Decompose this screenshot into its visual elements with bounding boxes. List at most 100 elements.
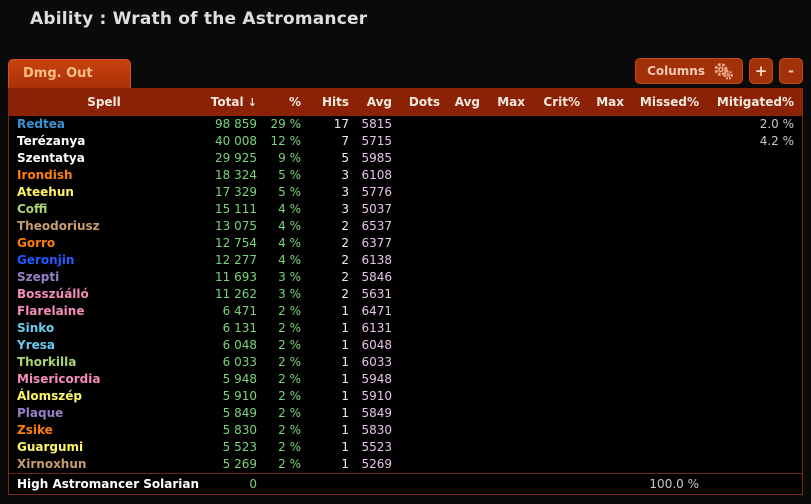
cell-max2	[588, 150, 632, 167]
cell-crit	[533, 116, 588, 133]
cell-avg: 5037	[357, 201, 400, 218]
cell-pct: 2 %	[265, 422, 309, 439]
cell-max	[488, 235, 533, 252]
player-name[interactable]: Geronjin	[9, 252, 199, 269]
player-name[interactable]: Gorro	[9, 235, 199, 252]
col-header-spell[interactable]: Spell	[9, 88, 199, 116]
col-header-max[interactable]: Max	[488, 88, 533, 116]
cell-dots	[400, 320, 448, 337]
cell-dots	[400, 201, 448, 218]
player-name[interactable]: Plaque	[9, 405, 199, 422]
cell-max	[488, 422, 533, 439]
cell-crit	[533, 252, 588, 269]
cell-mitigated	[707, 201, 802, 218]
cell-total: 17 329	[199, 184, 265, 201]
cell-avg2	[448, 474, 488, 495]
player-name[interactable]: Xirnoxhun	[9, 456, 199, 474]
cell-crit	[533, 303, 588, 320]
cell-max2	[588, 201, 632, 218]
cell-hits: 3	[309, 201, 357, 218]
cell-avg2	[448, 167, 488, 184]
table-row: Geronjin12 2774 %26138	[9, 252, 802, 269]
col-header-total[interactable]: Total ↓	[199, 88, 265, 116]
player-name[interactable]: Irondish	[9, 167, 199, 184]
col-header-total-label: Total	[211, 95, 244, 109]
cell-total: 5 269	[199, 456, 265, 474]
player-name[interactable]: Terézanya	[9, 133, 199, 150]
cell-mitigated	[707, 235, 802, 252]
col-header-pct[interactable]: %	[265, 88, 309, 116]
cell-avg2	[448, 439, 488, 456]
cell-hits: 1	[309, 303, 357, 320]
col-header-dots-avg[interactable]: Avg	[448, 88, 488, 116]
cell-total: 18 324	[199, 167, 265, 184]
cell-total: 6 131	[199, 320, 265, 337]
cell-pct: 2 %	[265, 388, 309, 405]
col-header-hits[interactable]: Hits	[309, 88, 357, 116]
player-name[interactable]: Theodoriusz	[9, 218, 199, 235]
cell-dots	[400, 286, 448, 303]
cell-max	[488, 133, 533, 150]
cell-missed	[632, 405, 707, 422]
player-name[interactable]: Sinko	[9, 320, 199, 337]
cell-avg2	[448, 405, 488, 422]
table-body: Redtea98 85929 %1758152.0 %Terézanya40 0…	[9, 116, 802, 494]
player-name[interactable]: Álomszép	[9, 388, 199, 405]
cell-max2	[588, 388, 632, 405]
col-header-mitigatedpct[interactable]: Mitigated%	[707, 88, 802, 116]
player-name[interactable]: Szepti	[9, 269, 199, 286]
cell-pct: 4 %	[265, 235, 309, 252]
cell-mitigated	[707, 150, 802, 167]
col-header-missedpct[interactable]: Missed%	[632, 88, 707, 116]
player-name[interactable]: High Astromancer Solarian	[9, 474, 199, 495]
player-name[interactable]: Redtea	[9, 116, 199, 133]
cell-mitigated	[707, 354, 802, 371]
cell-avg2	[448, 337, 488, 354]
player-name[interactable]: Zsike	[9, 422, 199, 439]
player-name[interactable]: Yresa	[9, 337, 199, 354]
cell-dots	[400, 150, 448, 167]
cell-hits: 2	[309, 286, 357, 303]
cell-max2	[588, 303, 632, 320]
cell-avg2	[448, 456, 488, 474]
cell-max	[488, 456, 533, 474]
player-name[interactable]: Ateehun	[9, 184, 199, 201]
cell-max	[488, 184, 533, 201]
player-name[interactable]: Coffi	[9, 201, 199, 218]
col-header-dots[interactable]: Dots	[400, 88, 448, 116]
cell-crit	[533, 218, 588, 235]
cell-hits: 3	[309, 184, 357, 201]
cell-avg2	[448, 116, 488, 133]
cell-avg2	[448, 269, 488, 286]
cell-avg2	[448, 184, 488, 201]
player-name[interactable]: Misericordia	[9, 371, 199, 388]
player-name[interactable]: Guargumi	[9, 439, 199, 456]
col-header-crit-max[interactable]: Max	[588, 88, 632, 116]
cell-max	[488, 303, 533, 320]
cell-dots	[400, 252, 448, 269]
cell-crit	[533, 439, 588, 456]
player-name[interactable]: Bosszúálló	[9, 286, 199, 303]
cell-missed	[632, 439, 707, 456]
cell-dots	[400, 371, 448, 388]
cell-max	[488, 320, 533, 337]
cell-pct: 2 %	[265, 456, 309, 474]
cell-avg: 6537	[357, 218, 400, 235]
cell-dots	[400, 235, 448, 252]
add-column-button[interactable]: +	[749, 58, 773, 84]
player-name[interactable]: Thorkilla	[9, 354, 199, 371]
player-name[interactable]: Szentatya	[9, 150, 199, 167]
cell-max	[488, 150, 533, 167]
cell-mitigated: 2.0 %	[707, 116, 802, 133]
damage-table: Spell Total ↓ % Hits Avg Dots Avg Max Cr…	[9, 88, 802, 494]
col-header-critpct[interactable]: Crit%	[533, 88, 588, 116]
table-row: Szepti11 6933 %25846	[9, 269, 802, 286]
remove-column-button[interactable]: -	[779, 58, 803, 84]
player-name[interactable]: Flarelaine	[9, 303, 199, 320]
cell-pct: 2 %	[265, 371, 309, 388]
cell-max2	[588, 286, 632, 303]
col-header-avg[interactable]: Avg	[357, 88, 400, 116]
tab-dmg-out[interactable]: Dmg. Out	[8, 59, 131, 88]
columns-button[interactable]: Columns	[635, 58, 743, 84]
cell-max2	[588, 456, 632, 474]
